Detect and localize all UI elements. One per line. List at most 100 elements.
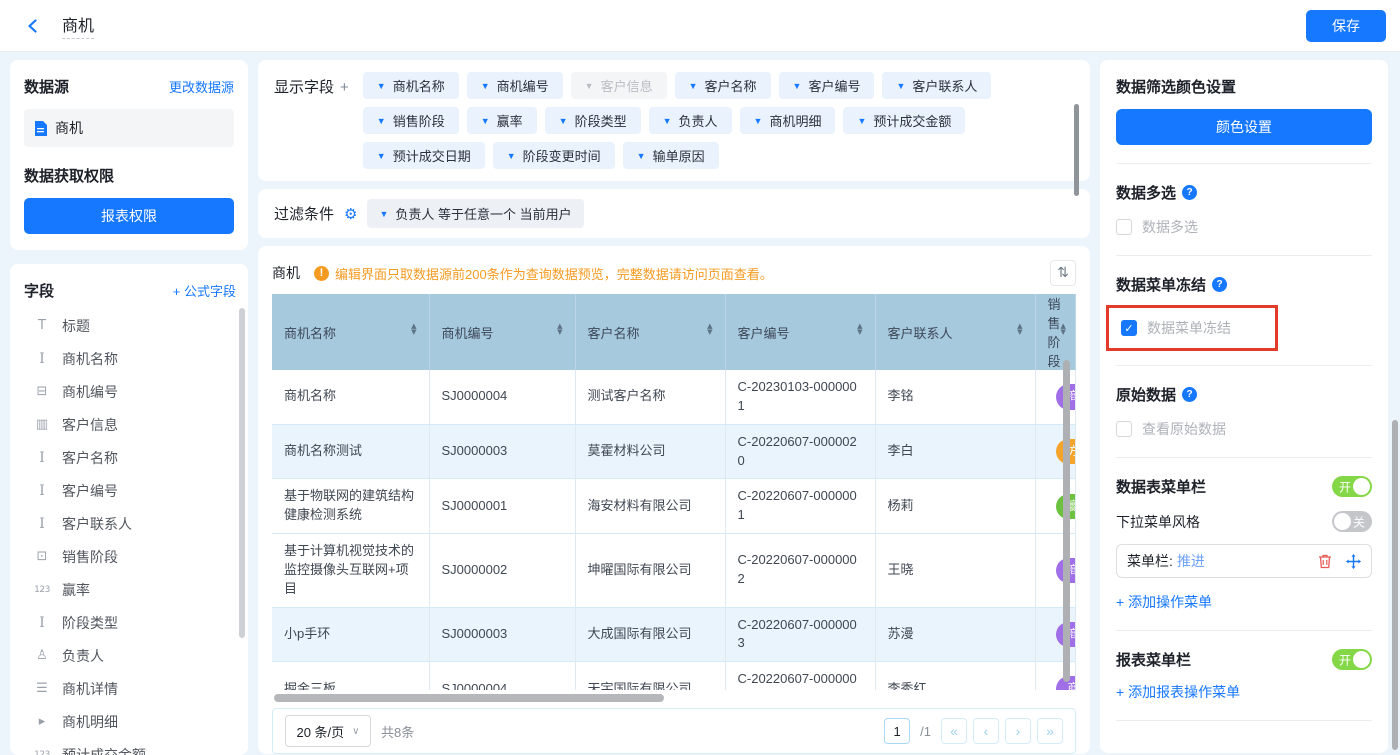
display-field-chip[interactable]: ▼输单原因	[623, 142, 719, 169]
filter-condition-chip[interactable]: ▼ 负责人 等于任意一个 当前用户	[367, 199, 583, 228]
display-field-chip[interactable]: ▼阶段变更时间	[493, 142, 615, 169]
column-header[interactable]: 客户联系人▲▼	[875, 294, 1035, 370]
table-vertical-scrollbar[interactable]	[1063, 360, 1070, 682]
display-field-chip[interactable]: ▼商机明细	[740, 107, 836, 134]
table-cell: 坤曜国际有限公司	[575, 534, 725, 608]
field-item[interactable]: T标题	[24, 309, 236, 342]
display-field-chip[interactable]: ▼阶段类型	[545, 107, 641, 134]
display-field-chip[interactable]: ▼客户信息	[571, 72, 667, 99]
column-header[interactable]: 客户名称▲▼	[575, 294, 725, 370]
raw-data-checkbox[interactable]	[1116, 421, 1132, 437]
display-field-chip[interactable]: ▼销售阶段	[363, 107, 459, 134]
column-header[interactable]: 商机名称▲▼	[272, 294, 429, 370]
chevron-down-icon: ▼	[379, 209, 388, 219]
current-page-input[interactable]: 1	[884, 718, 910, 744]
page-size-select[interactable]: 20 条/页 ∨	[285, 715, 371, 747]
trash-icon[interactable]	[1317, 553, 1333, 569]
top-bar: 商机 保存	[0, 0, 1400, 52]
display-field-chip[interactable]: ▼预计成交日期	[363, 142, 485, 169]
display-field-chip[interactable]: ▼客户联系人	[882, 72, 991, 99]
field-item[interactable]: I客户联系人	[24, 507, 236, 540]
menu-freeze-checkbox[interactable]: ✓	[1121, 320, 1137, 336]
display-fields-panel: 显示字段+ ▼商机名称▼商机编号▼客户信息▼客户名称▼客户编号▼客户联系人▼销售…	[258, 60, 1090, 181]
help-icon[interactable]: ?	[1182, 185, 1197, 200]
chip-label: 销售阶段	[393, 111, 445, 130]
field-item[interactable]: I商机名称	[24, 342, 236, 375]
table-menu-toggle[interactable]: 开	[1332, 476, 1372, 497]
add-report-menu-link[interactable]: + 添加报表操作菜单	[1116, 682, 1372, 702]
next-page-button[interactable]: ›	[1005, 718, 1031, 744]
table-horizontal-scrollbar	[272, 693, 1076, 703]
multi-select-checkbox[interactable]	[1116, 219, 1132, 235]
color-setting-button[interactable]: 颜色设置	[1116, 109, 1372, 145]
fields-scrollbar[interactable]	[239, 308, 245, 638]
display-field-chip[interactable]: ▼预计成交金额	[843, 107, 965, 134]
table-cell: C-20230103-0000001	[725, 370, 875, 424]
report-menu-title: 报表菜单栏	[1116, 649, 1191, 670]
chip-label: 负责人	[679, 111, 718, 130]
table-cell: SJ0000003	[429, 424, 575, 479]
menu-item-row[interactable]: 菜单栏: 推进	[1116, 544, 1372, 578]
field-item[interactable]: I阶段类型	[24, 606, 236, 639]
column-header[interactable]: 商机编号▲▼	[429, 294, 575, 370]
center-panel-scrollbar[interactable]	[1074, 104, 1079, 196]
text-icon: I	[32, 351, 52, 367]
first-page-button[interactable]: «	[941, 718, 967, 744]
dropdown-style-toggle[interactable]: 关	[1332, 511, 1372, 532]
field-item-label: 商机编号	[62, 382, 118, 402]
table-sort-button[interactable]: ⇅	[1050, 260, 1076, 286]
field-item[interactable]: ⊟商机编号	[24, 375, 236, 408]
permission-title: 数据获取权限	[24, 165, 234, 186]
column-header[interactable]: 客户编号▲▼	[725, 294, 875, 370]
raw-data-title: 原始数据	[1116, 384, 1176, 405]
add-field-icon[interactable]: +	[340, 79, 349, 96]
field-item[interactable]: 123赢率	[24, 573, 236, 606]
display-field-chip[interactable]: ▼赢率	[467, 107, 537, 134]
help-icon[interactable]: ?	[1182, 387, 1197, 402]
table-row: 商机名称SJ0000004测试客户名称C-20230103-0000001李铭商…	[272, 370, 1076, 424]
formula-field-link[interactable]: + 公式字段	[173, 281, 236, 300]
field-item[interactable]: I客户编号	[24, 474, 236, 507]
column-header[interactable]: 销售阶段▲▼	[1035, 294, 1076, 370]
display-field-chip[interactable]: ▼负责人	[649, 107, 732, 134]
sort-carets-icon: ▲▼	[411, 326, 416, 338]
chevron-down-icon: ▼	[377, 81, 386, 91]
chevron-down-icon: ▼	[585, 81, 594, 91]
move-icon[interactable]	[1345, 553, 1361, 569]
field-item-label: 客户名称	[62, 448, 118, 468]
field-item[interactable]: ⊡销售阶段	[24, 540, 236, 573]
horizontal-scroll-thumb[interactable]	[274, 694, 664, 702]
column-header-label: 客户编号	[738, 323, 790, 342]
field-item[interactable]: ▥客户信息	[24, 408, 236, 441]
display-field-chip[interactable]: ▼客户编号	[779, 72, 875, 99]
chevron-down-icon: ▼	[793, 81, 802, 91]
chevron-down-icon: ▼	[481, 81, 490, 91]
gear-icon[interactable]: ⚙	[344, 205, 357, 223]
table-cell: SJ0000003	[429, 607, 575, 662]
field-item[interactable]: 123预计成交金额	[24, 738, 236, 755]
datasource-panel: 数据源 更改数据源 商机 数据获取权限 报表权限	[10, 60, 248, 250]
page-scrollbar[interactable]	[1392, 420, 1398, 750]
change-datasource-link[interactable]: 更改数据源	[169, 77, 234, 96]
field-item[interactable]: ▸商机明细	[24, 705, 236, 738]
chip-label: 预计成交金额	[873, 111, 951, 130]
table-row: 基于计算机视觉技术的监控摄像头互联网+项目SJ0000002坤曜国际有限公司C-…	[272, 534, 1076, 608]
last-page-button[interactable]: »	[1037, 718, 1063, 744]
save-button[interactable]: 保存	[1306, 10, 1386, 42]
display-field-chip[interactable]: ▼商机名称	[363, 72, 459, 99]
field-item[interactable]: I客户名称	[24, 441, 236, 474]
report-permission-button[interactable]: 报表权限	[24, 198, 234, 234]
add-action-menu-link[interactable]: + 添加操作菜单	[1116, 592, 1372, 612]
back-icon[interactable]	[20, 13, 46, 39]
help-icon[interactable]: ?	[1212, 277, 1227, 292]
field-item[interactable]: ☰商机详情	[24, 672, 236, 705]
datasource-item[interactable]: 商机	[24, 109, 234, 147]
display-field-chip[interactable]: ▼商机编号	[467, 72, 563, 99]
field-item[interactable]: ♙负责人	[24, 639, 236, 672]
report-menu-toggle[interactable]: 开	[1332, 649, 1372, 670]
prev-page-button[interactable]: ‹	[973, 718, 999, 744]
total-pages: /1	[920, 724, 931, 739]
display-field-chip[interactable]: ▼客户名称	[675, 72, 771, 99]
field-item-label: 客户编号	[62, 481, 118, 501]
chip-label: 商机明细	[769, 111, 821, 130]
